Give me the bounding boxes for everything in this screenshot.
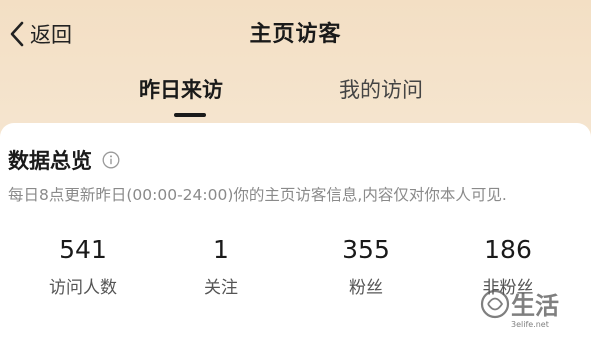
watermark-text: 生活 — [511, 292, 559, 320]
info-circle-icon[interactable] — [102, 151, 120, 169]
watermark-url: 3elife.net — [511, 320, 549, 329]
stat-value: 1 — [213, 235, 229, 264]
stat-fans[interactable]: 355 粉丝 — [301, 233, 431, 298]
stat-value: 541 — [59, 235, 107, 264]
stat-label: 访问人数 — [49, 278, 117, 298]
overview-title: 数据总览 — [8, 149, 92, 173]
stat-label: 关注 — [204, 278, 238, 298]
site-watermark: 生活 3elife.net — [477, 284, 589, 330]
overview-description: 每日8点更新昨日(00:00-24:00)你的主页访客信息,内容仅对你本人可见. — [8, 186, 507, 204]
stat-label: 粉丝 — [349, 278, 383, 298]
page-title: 主页访客 — [249, 22, 342, 47]
stat-visitors[interactable]: 541 访问人数 — [18, 233, 148, 298]
tab-bar: 昨日来访 我的访问 — [0, 68, 591, 120]
stat-value: 186 — [484, 235, 532, 264]
stat-follows[interactable]: 1 关注 — [156, 233, 286, 298]
overview-header: 数据总览 — [8, 145, 120, 175]
tab-my-visits[interactable]: 我的访问 — [339, 74, 423, 104]
stat-value: 355 — [342, 235, 390, 264]
top-bar: 返回 主页访客 — [0, 0, 591, 68]
tab-yesterday-visits[interactable]: 昨日来访 — [139, 74, 223, 104]
active-tab-indicator — [174, 113, 206, 117]
watermark-logo-icon — [480, 289, 510, 319]
